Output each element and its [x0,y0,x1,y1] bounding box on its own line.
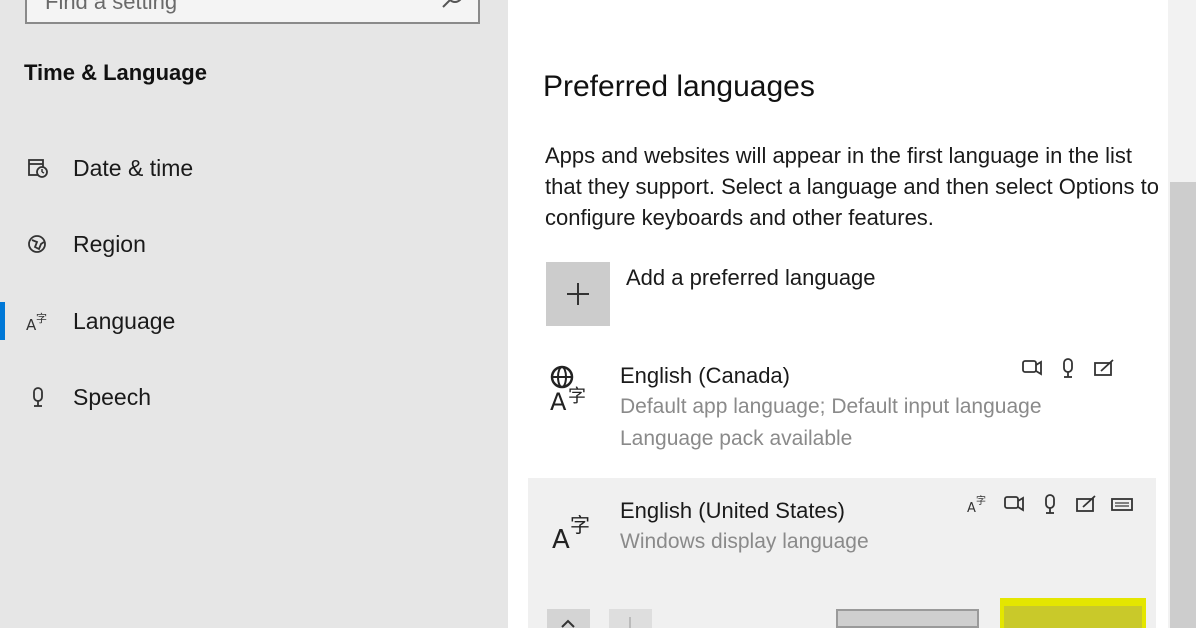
page-title: Preferred languages [543,70,815,103]
svg-text:字: 字 [36,311,47,325]
plus-small-icon [629,617,631,628]
sidebar-item-speech[interactable]: Speech [0,367,508,427]
language-icon: A 字 [552,513,590,555]
language-status: Default app language; Default input lang… [620,395,1042,418]
language-status: Windows display language [620,530,869,553]
search-icon[interactable] [438,0,468,14]
handwriting-icon [1074,492,1098,516]
keyboard-icon [1110,492,1134,516]
language-row-en-ca[interactable]: A 字 English (Canada) Default app languag… [528,350,1156,470]
sidebar-item-label: Language [73,307,176,334]
search-box[interactable] [25,0,480,24]
options-button[interactable] [836,609,979,628]
section-title: Time & Language [24,60,207,85]
microphone-icon [1056,356,1080,380]
text-to-speech-icon [1020,356,1044,380]
language-icon: A 字 [24,307,52,335]
sidebar-item-label: Date & time [73,154,194,181]
sidebar-item-region[interactable]: Region [0,214,508,274]
language-row-en-us[interactable]: A 字 English (United States) Windows disp… [528,478,1156,628]
sidebar-item-label: Speech [73,383,152,410]
description-text: Apps and websites will appear in the fir… [545,143,1159,230]
language-pack-status: Language pack available [620,427,853,450]
microphone-icon [1038,492,1062,516]
search-input[interactable] [43,0,427,16]
main-content: Preferred languages Apps and websites wi… [508,0,1168,628]
handwriting-icon [1092,356,1116,380]
add-language-label[interactable]: Add a preferred language [626,265,876,291]
calendar-clock-icon [24,154,52,182]
language-name: English (Canada) [620,363,790,388]
microphone-icon [24,383,52,411]
plus-icon [567,283,589,305]
svg-text:A: A [552,525,570,555]
move-down-button[interactable] [609,609,652,628]
language-globe-icon: A 字 [550,365,586,416]
globe-region-icon [24,230,52,258]
language-name: English (United States) [620,498,845,523]
display-language-icon: A字 [966,492,990,516]
arrow-up-icon [561,619,575,628]
sidebar-item-label: Region [73,230,146,257]
text-to-speech-icon [1002,492,1026,516]
remove-button[interactable] [1004,606,1142,628]
svg-text:字: 字 [568,386,586,407]
move-up-button[interactable] [547,609,590,628]
svg-text:字: 字 [570,513,590,537]
sidebar-item-date-time[interactable]: Date & time [0,138,508,198]
svg-text:字: 字 [976,494,986,507]
remove-button-highlight [1000,598,1146,628]
sidebar: Time & Language Date & time Region A [0,0,508,628]
svg-text:A: A [967,501,976,516]
scrollbar-thumb[interactable] [1170,182,1196,628]
sidebar-item-language[interactable]: A 字 Language [0,291,508,351]
add-language-button[interactable] [546,262,610,326]
svg-text:A: A [550,388,567,416]
